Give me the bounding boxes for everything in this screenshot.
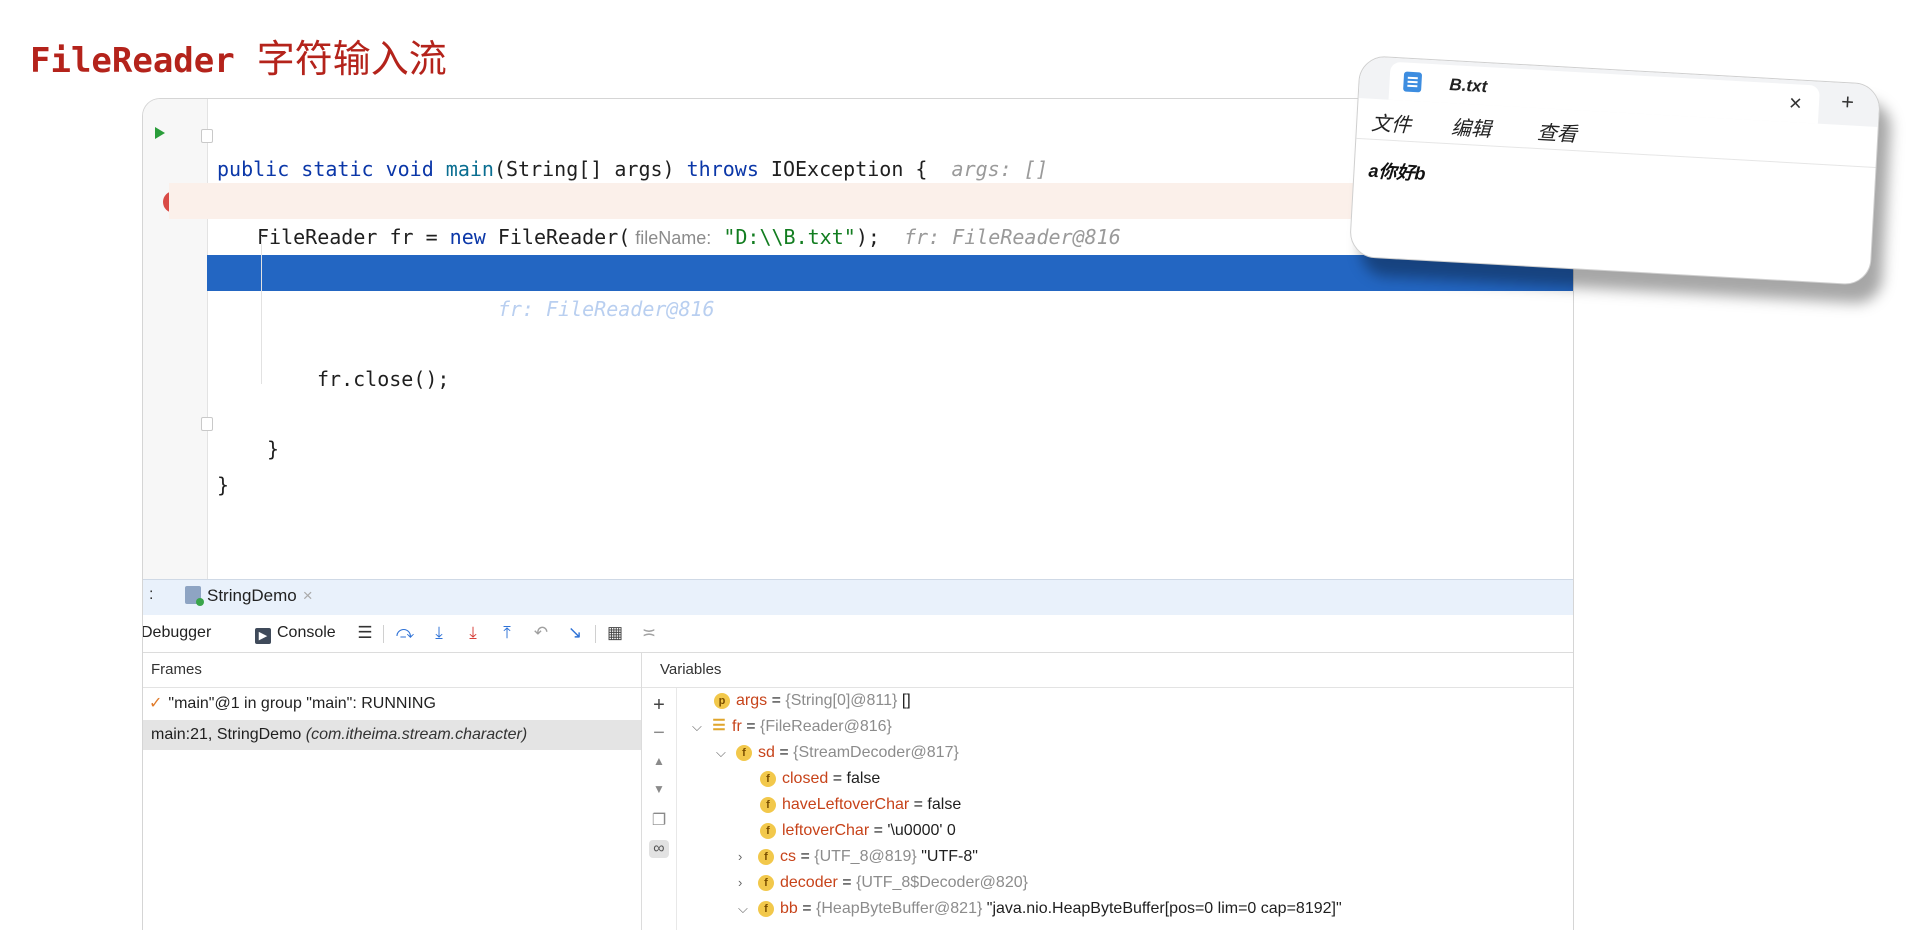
field-icon: f xyxy=(760,823,776,839)
variable-row[interactable]: › f decoder = {UTF_8$Decoder@820} xyxy=(738,870,1028,896)
code-line: fr.close(); xyxy=(317,367,450,391)
console-icon: ▶ xyxy=(255,628,271,644)
inline-hint: fr: FileReader@816 xyxy=(497,297,715,321)
tab-console[interactable]: ▶ Console xyxy=(255,624,336,644)
expand-arrow-icon[interactable]: › xyxy=(738,870,754,896)
variable-row[interactable]: f closed = false xyxy=(760,766,880,792)
expand-arrow-icon[interactable]: › xyxy=(738,844,754,870)
menu-view[interactable]: 查看 xyxy=(1536,116,1578,147)
field-icon: f xyxy=(758,875,774,891)
collapse-arrow-icon[interactable]: ⌵ xyxy=(716,740,732,766)
add-watch-icon[interactable]: + xyxy=(649,694,669,717)
collapse-arrow-icon[interactable]: ⌵ xyxy=(692,714,708,740)
field-icon: f xyxy=(760,797,776,813)
close-tab-icon[interactable]: × xyxy=(303,586,313,605)
field-icon: f xyxy=(760,771,776,787)
run-to-cursor-icon[interactable]: ↘ xyxy=(565,623,585,643)
menu-file[interactable]: 文件 xyxy=(1371,107,1413,138)
thread-selector[interactable]: ✓ "main"@1 in group "main": RUNNING xyxy=(143,688,641,720)
slide-title-class: FileReader xyxy=(30,41,235,81)
close-icon[interactable]: × xyxy=(1788,90,1802,117)
step-over-icon[interactable]: ⤼ xyxy=(395,623,415,643)
notepad-tab-name: B.txt xyxy=(1448,75,1488,97)
run-config-icon xyxy=(185,586,204,606)
move-down-icon[interactable]: ▼ xyxy=(649,782,669,796)
copy-icon[interactable]: ❐ xyxy=(649,810,669,830)
field-icon: f xyxy=(758,901,774,917)
variable-row[interactable]: ⌵ f sd = {StreamDecoder@817} xyxy=(716,740,959,766)
tab-debugger[interactable]: Debugger xyxy=(143,624,211,642)
notepad-icon xyxy=(1403,71,1423,93)
variable-row[interactable]: ⌵ f bb = {HeapByteBuffer@821} "java.nio.He… xyxy=(738,896,1342,922)
trace-stream-icon[interactable]: ≍ xyxy=(639,623,659,643)
parameter-icon: p xyxy=(714,693,730,709)
step-into-icon[interactable]: ⤓ xyxy=(429,623,449,643)
inline-hint: args: [] xyxy=(951,157,1048,181)
frames-pane: Frames ✓ "main"@1 in group "main": RUNNIN… xyxy=(143,652,642,930)
slide-title-chinese: 字符输入流 xyxy=(256,37,447,81)
notepad-text-content[interactable]: a你好b xyxy=(1368,157,1426,186)
code-line: } xyxy=(217,473,230,497)
remove-watch-icon[interactable]: − xyxy=(649,722,669,745)
collapse-arrow-icon[interactable]: ⌵ xyxy=(738,896,754,922)
indent-guide xyxy=(261,236,262,384)
field-icon: f xyxy=(736,745,752,761)
variables-side-toolbar: + − ▲ ▼ ❐ ∞ xyxy=(642,688,677,930)
drop-frame-icon[interactable]: ↶ xyxy=(531,623,551,643)
debug-session-tab[interactable]: StringDemo × xyxy=(185,586,313,606)
variables-pane: Variables + − ▲ ▼ ❐ ∞ p args = {String[0]… xyxy=(642,652,1573,930)
debug-toolbar: Debugger ▶ Console ☰ ⤼ ⤓ ⤓ ⤒ ↶ ↘ ▦ ≍ xyxy=(143,615,1573,653)
frames-header: Frames xyxy=(143,652,641,688)
stack-frame[interactable]: main:21, StringDemo (com.itheima.stream.… xyxy=(143,720,641,750)
variable-row[interactable]: ⌵ ☰ fr = {FileReader@816} xyxy=(692,714,892,740)
thread-status-icon: ✓ xyxy=(149,695,163,712)
code-line: } xyxy=(267,437,280,461)
new-tab-icon[interactable]: + xyxy=(1840,89,1854,116)
variable-row[interactable]: p args = {String[0]@811} [] xyxy=(714,688,911,714)
variable-row[interactable]: f haveLeftoverChar = false xyxy=(760,792,961,818)
debug-session-tabbar: : StringDemo × xyxy=(143,579,1573,616)
variable-row[interactable]: f leftoverChar = '\u0000' 0 xyxy=(760,818,956,844)
show-watches-icon[interactable]: ∞ xyxy=(649,840,669,858)
slide-title: FileReader 字符输入流 xyxy=(30,28,447,83)
variable-row[interactable]: › f cs = {UTF_8@819} "UTF-8" xyxy=(738,844,978,870)
step-out-icon[interactable]: ⤒ xyxy=(497,623,517,643)
variables-header: Variables xyxy=(642,652,1573,688)
layout-menu-icon[interactable]: ☰ xyxy=(355,623,375,643)
menu-edit[interactable]: 编辑 xyxy=(1450,111,1492,142)
force-step-into-icon[interactable]: ⤓ xyxy=(463,623,483,643)
evaluate-expression-icon[interactable]: ▦ xyxy=(605,623,625,643)
local-variable-icon: ☰ xyxy=(712,717,726,734)
notepad-window: B.txt × + 文件 编辑 查看 a你好b xyxy=(1347,55,1920,326)
inline-hint: fr: FileReader@816 xyxy=(904,225,1121,249)
field-icon: f xyxy=(758,849,774,865)
move-up-icon[interactable]: ▲ xyxy=(649,754,669,768)
debug-tab-prefix: : xyxy=(149,586,154,603)
